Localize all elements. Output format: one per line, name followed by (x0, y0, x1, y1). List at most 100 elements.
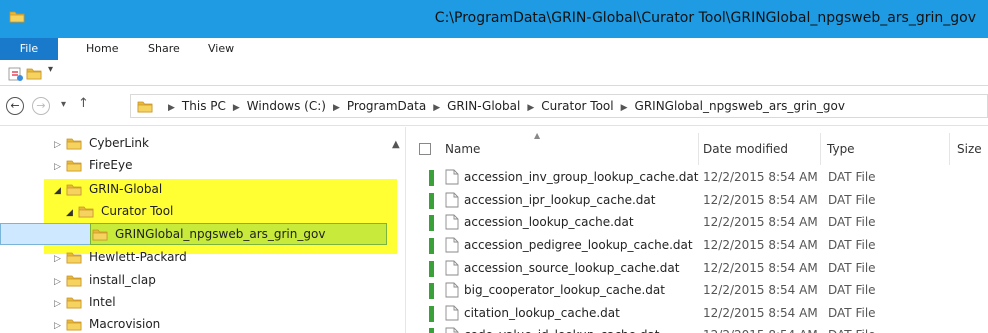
select-all-checkbox[interactable] (419, 143, 431, 155)
file-type: DAT File (828, 193, 876, 207)
tree-item-cyberlink[interactable]: ▷ CyberLink (54, 133, 149, 153)
breadcrumb-gringlobal[interactable]: GRINGlobal_npgsweb_ars_grin_gov (635, 99, 845, 113)
chevron-right-icon[interactable]: ▷ (54, 272, 66, 292)
file-date-modified: 12/2/2015 8:54 AM (703, 261, 818, 275)
file-type: DAT File (828, 238, 876, 252)
window-title: C:\ProgramData\GRIN-Global\Curator Tool\… (434, 10, 976, 26)
tree-item-gringlobal-npgsweb[interactable]: GRINGlobal_npgsweb_ars_grin_gov (92, 224, 325, 244)
file-date-modified: 12/2/2015 8:54 AM (703, 215, 818, 229)
forward-button[interactable]: → (32, 97, 50, 115)
scroll-up-icon[interactable]: ▲ (392, 139, 400, 150)
folder-icon (92, 229, 108, 240)
tree-item-fireeye[interactable]: ▷ FireEye (54, 155, 132, 175)
recent-locations-icon[interactable]: ▾ (61, 99, 66, 110)
chevron-right-icon[interactable]: ▷ (54, 294, 66, 314)
properties-icon[interactable] (8, 66, 24, 82)
file-row[interactable]: citation_lookup_cache.dat 12/2/2015 8:54 … (407, 303, 988, 323)
file-icon (445, 282, 459, 298)
sync-status-bar (429, 328, 434, 333)
chevron-right-icon[interactable]: ▶ (333, 103, 340, 113)
file-list-pane[interactable]: ▲ Name Date modified Type Size accession… (407, 127, 988, 333)
tree-item-curator-tool[interactable]: ◢ Curator Tool (66, 201, 173, 221)
chevron-right-icon[interactable]: ▷ (54, 316, 66, 333)
sync-status-bar (429, 283, 434, 299)
chevron-right-icon[interactable]: ▶ (168, 103, 175, 113)
tree-item-intel[interactable]: ▷ Intel (54, 292, 116, 312)
chevron-down-icon[interactable]: ◢ (66, 203, 78, 223)
navigation-pane[interactable]: ▲ ▷ CyberLink ▷ FireEye ◢ GRIN-Global ◢ Cura… (0, 127, 406, 333)
folder-icon (66, 252, 82, 263)
file-row[interactable]: big_cooperator_lookup_cache.dat 12/2/2015… (407, 280, 988, 300)
file-row[interactable]: accession_ipr_lookup_cache.dat 12/2/2015 … (407, 190, 988, 210)
breadcrumb-grin-global[interactable]: GRIN-Global (447, 99, 520, 113)
chevron-right-icon[interactable]: ▶ (527, 103, 534, 113)
column-header-type[interactable]: Type (821, 127, 949, 167)
tree-item-macrovision[interactable]: ▷ Macrovision (54, 314, 160, 333)
file-icon (445, 169, 459, 185)
folder-icon (66, 160, 82, 171)
column-header-size[interactable]: Size (950, 127, 988, 167)
file-type: DAT File (828, 325, 876, 333)
file-name: citation_lookup_cache.dat (464, 306, 620, 320)
column-header-date-modified[interactable]: Date modified (699, 127, 820, 167)
folder-icon (66, 297, 82, 308)
chevron-right-icon[interactable]: ▷ (54, 249, 66, 269)
file-name: accession_ipr_lookup_cache.dat (464, 193, 656, 207)
breadcrumb-curator-tool[interactable]: Curator Tool (541, 99, 613, 113)
file-date-modified: 12/2/2015 8:54 AM (703, 170, 818, 184)
breadcrumb: ▶ This PC ▶ Windows (C:) ▶ ProgramData ▶ GRIN-G… (161, 99, 845, 113)
file-type: DAT File (828, 170, 876, 184)
address-bar[interactable]: ▶ This PC ▶ Windows (C:) ▶ ProgramData ▶ GRIN-G… (130, 94, 988, 118)
title-bar: C:\ProgramData\GRIN-Global\Curator Tool\… (0, 0, 988, 38)
file-row[interactable]: accession_source_lookup_cache.dat 12/2/20… (407, 258, 988, 278)
folder-icon (66, 184, 82, 195)
file-row[interactable]: accession_inv_group_lookup_cache.dat 12/2… (407, 167, 988, 187)
file-date-modified: 12/2/2015 8:54 AM (703, 238, 818, 252)
file-name: accession_inv_group_lookup_cache.dat (464, 170, 699, 184)
folder-icon (78, 206, 94, 217)
folder-icon (66, 319, 82, 330)
chevron-right-icon[interactable]: ▶ (621, 103, 628, 113)
file-type: DAT File (828, 215, 876, 229)
file-date-modified: 12/2/2015 8:54 AM (703, 283, 818, 297)
breadcrumb-this-pc[interactable]: This PC (182, 99, 226, 113)
breadcrumb-programdata[interactable]: ProgramData (347, 99, 426, 113)
file-name: accession_lookup_cache.dat (464, 215, 634, 229)
tree-item-hewlett-packard[interactable]: ▷ Hewlett-Packard (54, 247, 187, 267)
tab-file[interactable]: File (0, 38, 58, 60)
file-name: code_value_id_lookup_cache.dat (464, 325, 660, 333)
tab-home[interactable]: Home (86, 38, 118, 60)
file-row[interactable]: code_value_id_lookup_cache.dat 12/2/2015 … (407, 325, 988, 333)
file-name: accession_source_lookup_cache.dat (464, 261, 680, 275)
back-button[interactable]: ← (6, 97, 24, 115)
file-icon (445, 260, 459, 276)
chevron-right-icon[interactable]: ▷ (54, 157, 66, 177)
address-row: ← → ▾ ↑ ▶ This PC ▶ Windows (C:) ▶ ProgramDat… (0, 86, 988, 126)
file-type: DAT File (828, 261, 876, 275)
tree-item-grin-global[interactable]: ◢ GRIN-Global (54, 179, 162, 199)
file-icon (445, 214, 459, 230)
chevron-right-icon[interactable]: ▶ (233, 103, 240, 113)
ribbon-tabs: File Home Share View (0, 38, 988, 60)
chevron-down-icon[interactable]: ◢ (54, 181, 66, 201)
tab-share[interactable]: Share (148, 38, 180, 60)
tab-view[interactable]: View (208, 38, 234, 60)
file-name: big_cooperator_lookup_cache.dat (464, 283, 665, 297)
file-row[interactable]: accession_pedigree_lookup_cache.dat 12/2/… (407, 235, 988, 255)
customize-dropdown-icon[interactable]: ▾ (48, 64, 53, 75)
folder-icon (9, 11, 25, 23)
column-header-name[interactable]: Name (437, 127, 699, 167)
file-date-modified: 12/2/2015 8:54 AM (703, 325, 818, 333)
up-button[interactable]: ↑ (78, 96, 89, 111)
quick-access-toolbar: ▾ (0, 60, 988, 86)
new-folder-icon[interactable] (26, 66, 42, 82)
chevron-right-icon[interactable]: ▷ (54, 135, 66, 155)
file-name: accession_pedigree_lookup_cache.dat (464, 238, 693, 252)
file-date-modified: 12/2/2015 8:54 AM (703, 306, 818, 320)
file-icon (445, 237, 459, 253)
sync-status-bar (429, 193, 434, 209)
tree-item-install-clap[interactable]: ▷ install_clap (54, 270, 156, 290)
breadcrumb-windows-c[interactable]: Windows (C:) (247, 99, 326, 113)
file-row[interactable]: accession_lookup_cache.dat 12/2/2015 8:54… (407, 212, 988, 232)
chevron-right-icon[interactable]: ▶ (433, 103, 440, 113)
